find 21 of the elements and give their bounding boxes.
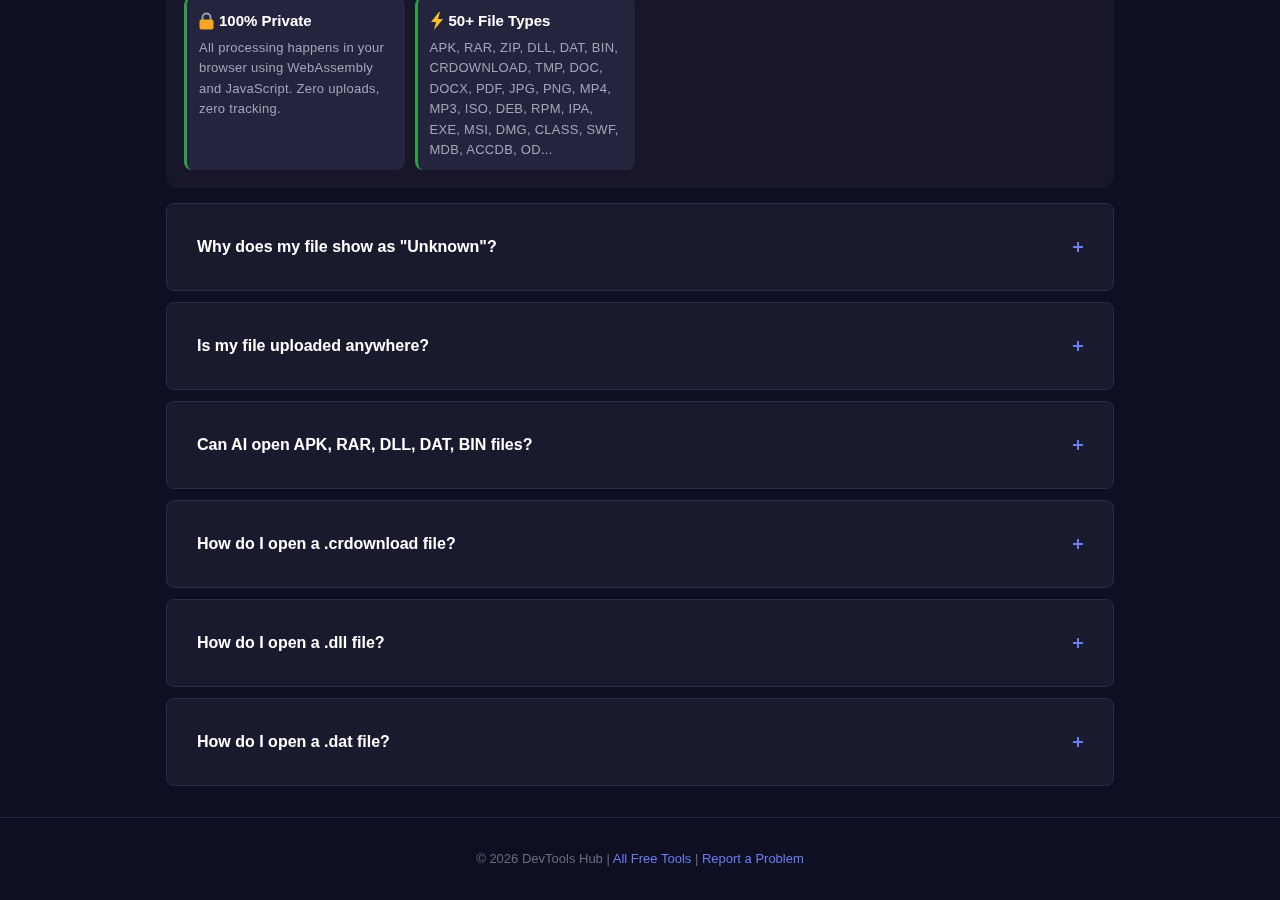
- plus-icon: [1073, 737, 1083, 748]
- footer-text: © 2026 DevTools Hub | All Free Tools | Report a Problem: [476, 851, 804, 868]
- lightning-icon: [429, 12, 444, 30]
- faq-question[interactable]: How do I open a .dll file?: [166, 599, 1114, 688]
- faq-question[interactable]: Is my file uploaded anywhere?: [166, 302, 1114, 391]
- plus-icon: [1073, 341, 1083, 352]
- plus-icon: [1073, 440, 1083, 451]
- footer-link[interactable]: Report a Problem: [701, 851, 804, 867]
- feature-title: 100% Private: [219, 12, 312, 30]
- faq-question[interactable]: How do I open a .crdownload file?: [166, 500, 1114, 589]
- faq-question[interactable]: Can AI open APK, RAR, DLL, DAT, BIN files?: [166, 401, 1114, 490]
- feature-title: 50+ File Types: [448, 12, 551, 30]
- faq-question[interactable]: How do I open a .dat file?: [166, 698, 1114, 787]
- footer-link[interactable]: All Free Tools: [612, 851, 692, 867]
- faq-question[interactable]: Why does my file show as "Unknown"?: [166, 203, 1114, 292]
- plus-icon: [1073, 242, 1083, 253]
- padlock-icon: [199, 12, 214, 30]
- plus-icon: [1073, 539, 1083, 550]
- feature-description: All processing happens in your browser using WebAssembly and JavaScript. Zero uploads, zero tracking.: [199, 39, 386, 119]
- feature-description: APK, RAR, ZIP, DLL, DAT, BIN, CRDOWNLOAD, TMP, DOC, DOCX, PDF, JPG, PNG, MP4, MP3, ISO, DEB, RPM, IPA, EXE, MSI, DMG, CLASS, SWF, MDB, ACCDB, OD...: [429, 39, 620, 160]
- plus-icon: [1073, 638, 1083, 649]
